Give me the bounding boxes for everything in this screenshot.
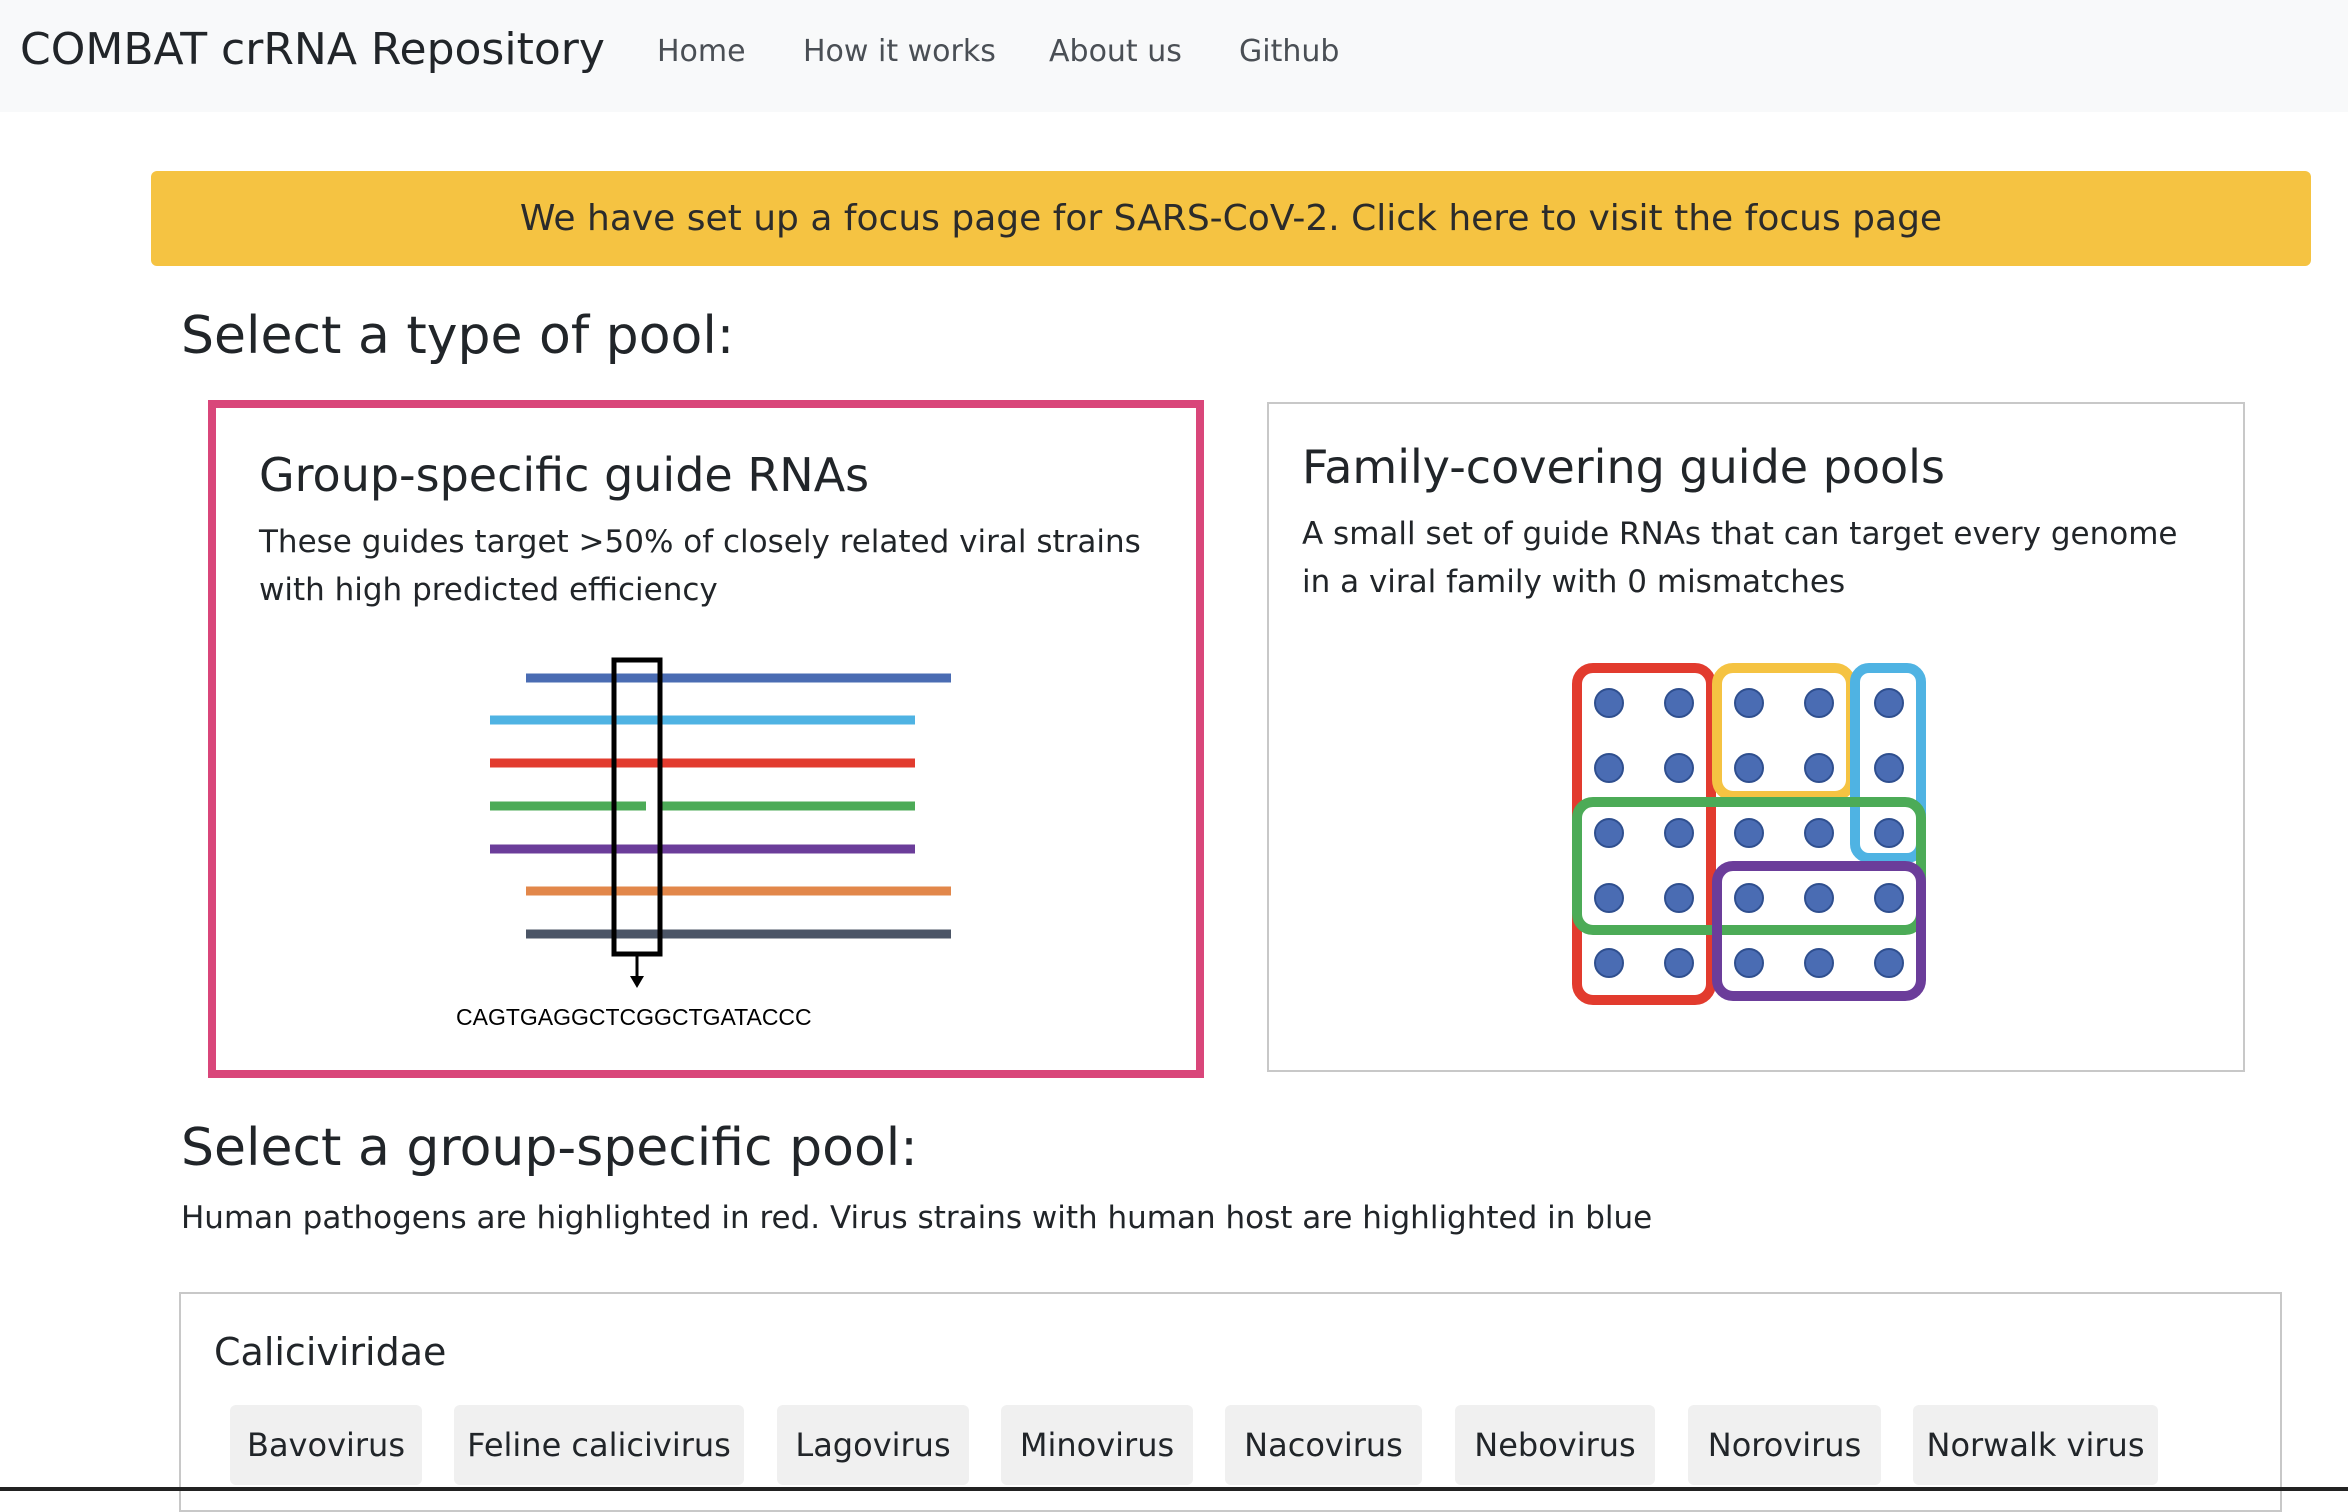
chip-nebovirus[interactable]: Nebovirus: [1455, 1405, 1655, 1485]
group-specific-card[interactable]: Group-specific guide RNAs These guides t…: [208, 400, 1204, 1078]
focus-page-banner[interactable]: We have set up a focus page for SARS-CoV…: [151, 171, 2311, 266]
navbar: COMBAT crRNA Repository Home How it work…: [0, 0, 2348, 112]
guide-sequence: CAGTGAGGCTCGGCTGATACCC: [456, 1004, 812, 1030]
window-bottom-edge: [0, 1487, 2348, 1491]
guide-pool-coverage-illustration: [1572, 663, 1926, 1005]
card-description: These guides target >50% of closely rela…: [259, 524, 1141, 608]
pool-type-heading: Select a type of pool:: [181, 306, 735, 366]
family-name: Caliciviridae: [214, 1330, 447, 1374]
nav-how-it-works[interactable]: How it works: [803, 34, 996, 69]
family-covering-card[interactable]: Family-covering guide pools A small set …: [1267, 402, 2245, 1072]
chip-minovirus[interactable]: Minovirus: [1001, 1405, 1193, 1485]
card-description: A small set of guide RNAs that can targe…: [1302, 516, 2178, 600]
nav-about-us[interactable]: About us: [1049, 34, 1182, 69]
chip-norovirus[interactable]: Norovirus: [1688, 1405, 1881, 1485]
family-panel-caliciviridae: Caliciviridae Bavovirus Feline calicivir…: [179, 1292, 2282, 1512]
card-title: Group-specific guide RNAs: [259, 448, 870, 502]
brand-title[interactable]: COMBAT crRNA Repository: [20, 24, 605, 75]
chip-lagovirus[interactable]: Lagovirus: [777, 1405, 969, 1485]
nav-home[interactable]: Home: [657, 34, 746, 69]
nav-github[interactable]: Github: [1239, 34, 1339, 69]
chip-norwalk-virus[interactable]: Norwalk virus: [1913, 1405, 2158, 1485]
guide-alignment-illustration: [490, 657, 951, 988]
chip-bavovirus[interactable]: Bavovirus: [230, 1405, 422, 1485]
chip-feline-calicivirus[interactable]: Feline calicivirus: [454, 1405, 744, 1485]
highlight-legend-note: Human pathogens are highlighted in red. …: [181, 1200, 1653, 1236]
group-pool-heading: Select a group-specific pool:: [181, 1118, 918, 1178]
card-title: Family-covering guide pools: [1302, 440, 1945, 494]
chip-nacovirus[interactable]: Nacovirus: [1225, 1405, 1422, 1485]
